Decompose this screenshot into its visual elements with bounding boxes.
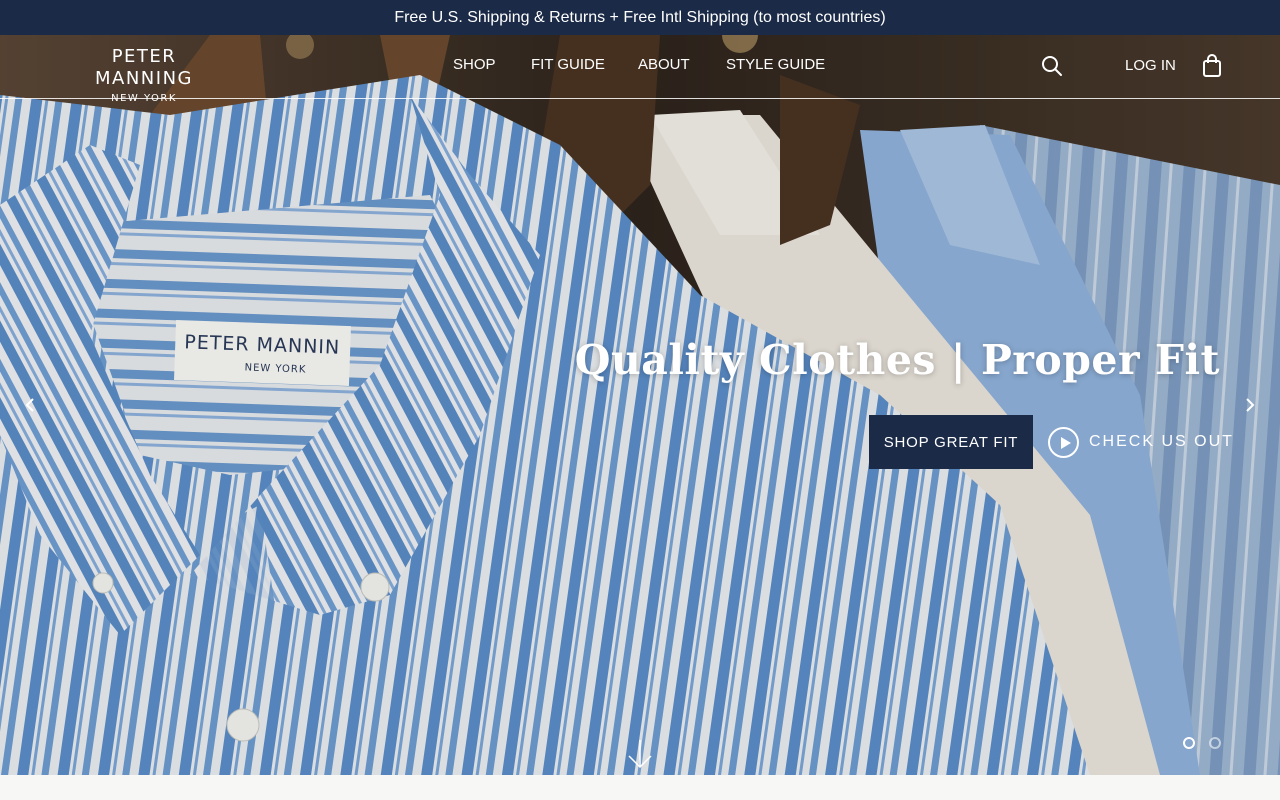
- shop-great-fit-button[interactable]: SHOP GREAT FIT: [869, 415, 1033, 469]
- slide-indicators: [1183, 737, 1221, 749]
- login-link[interactable]: LOG IN: [1125, 57, 1176, 74]
- check-us-out-label: CHECK US OUT: [1089, 433, 1234, 450]
- hero-headline: Quality Clothes | Proper Fit: [574, 336, 1220, 384]
- hero-slideshow: PETER MANNIN NEW YORK: [0, 35, 1280, 775]
- search-icon[interactable]: [1041, 55, 1063, 77]
- site-header: PETER MANNING NEW YORK SHOP FIT GUIDE AB…: [0, 35, 1280, 104]
- brand-logo[interactable]: PETER MANNING NEW YORK: [60, 46, 228, 106]
- slide-dot-2[interactable]: [1209, 737, 1221, 749]
- logo-wordmark: PETER MANNING: [95, 46, 193, 89]
- shopping-bag-icon[interactable]: [1202, 54, 1222, 78]
- page-below-fold: [0, 775, 1280, 800]
- chevron-left-icon[interactable]: [20, 395, 40, 415]
- arrow-down-icon[interactable]: [627, 738, 653, 770]
- nav-style-guide[interactable]: STYLE GUIDE: [726, 56, 825, 73]
- announcement-bar: Free U.S. Shipping & Returns + Free Intl…: [0, 0, 1280, 35]
- nav-about[interactable]: ABOUT: [638, 56, 690, 73]
- chevron-right-icon[interactable]: [1240, 395, 1260, 415]
- slide-dot-1[interactable]: [1183, 737, 1195, 749]
- hero-image: PETER MANNIN NEW YORK: [0, 35, 1280, 775]
- nav-fit-guide[interactable]: FIT GUIDE: [531, 56, 605, 73]
- check-us-out-button[interactable]: CHECK US OUT: [1048, 426, 1234, 458]
- play-icon: [1048, 426, 1079, 458]
- announcement-text: Free U.S. Shipping & Returns + Free Intl…: [394, 8, 886, 26]
- logo-city: NEW YORK: [111, 93, 177, 104]
- nav-shop[interactable]: SHOP: [453, 56, 496, 73]
